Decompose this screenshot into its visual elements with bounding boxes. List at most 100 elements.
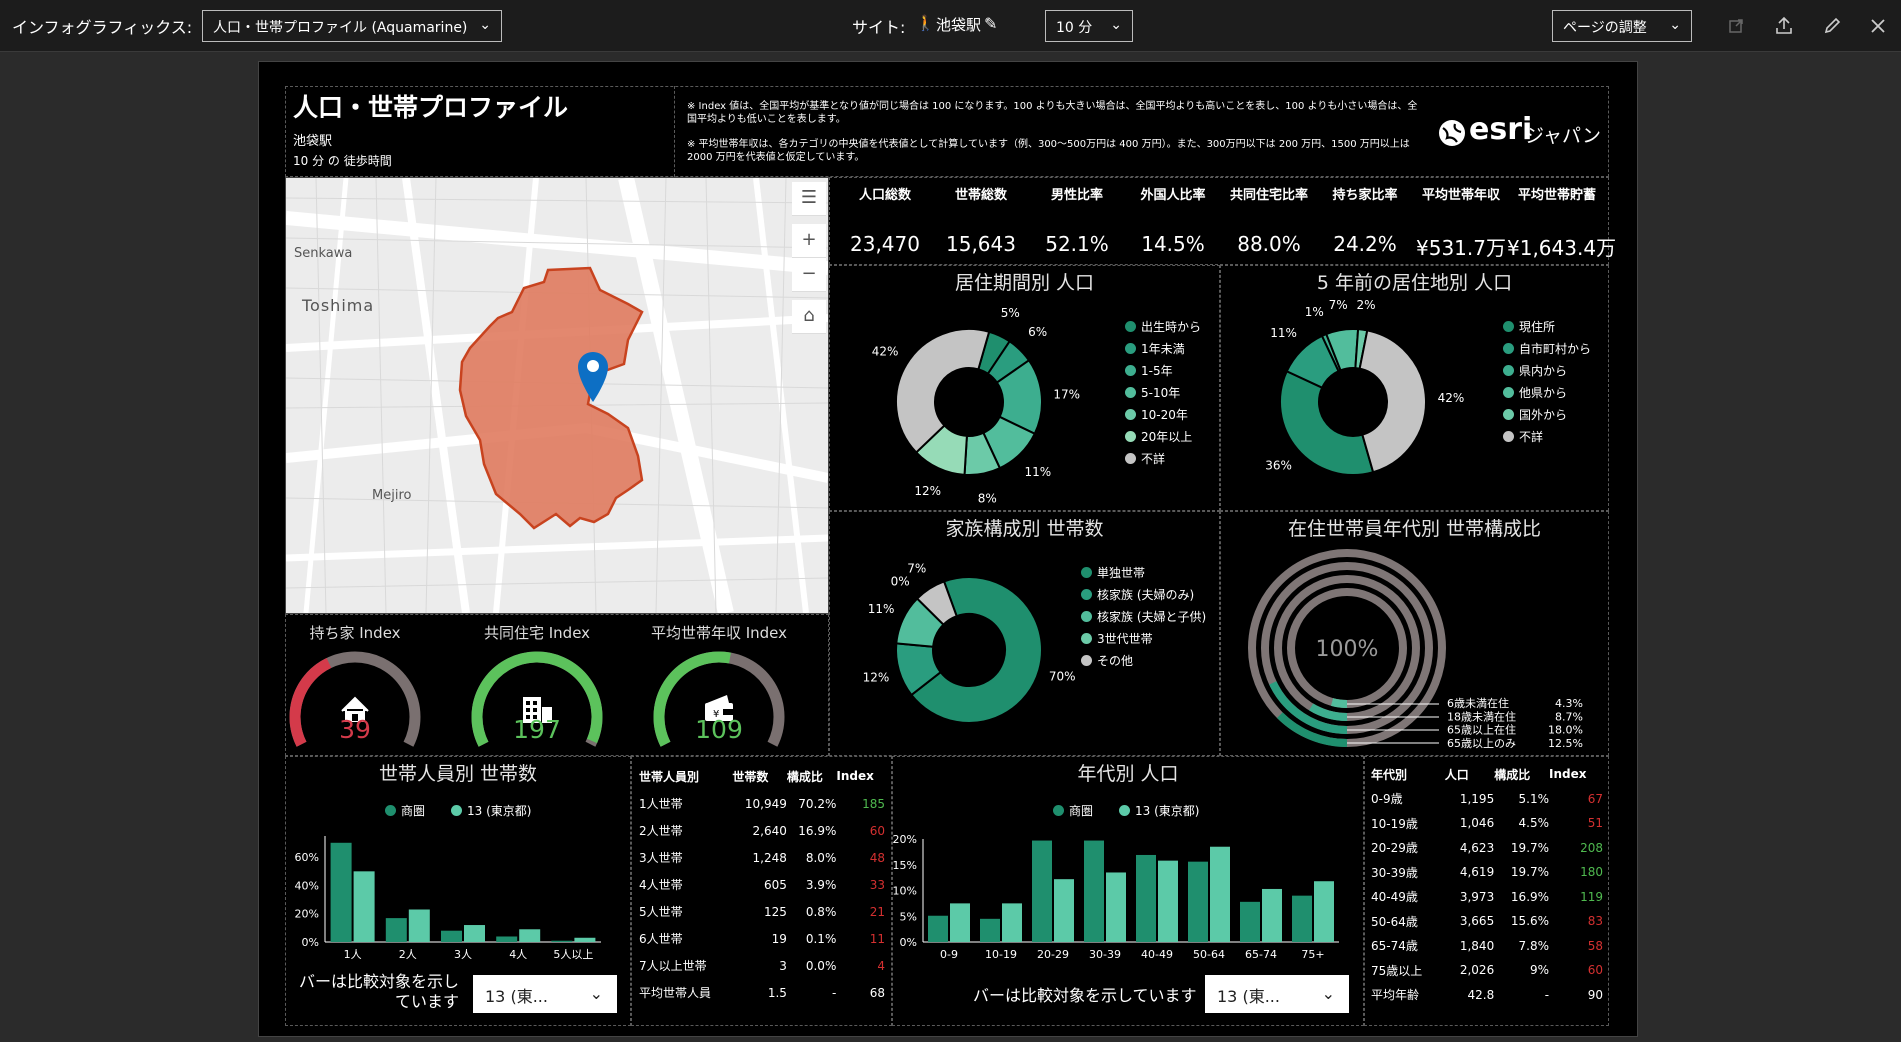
x-tick-label: 3人 [454,948,472,961]
table-cell: 1,195 [1459,791,1495,806]
template-select[interactable]: 人口・世帯プロファイル (Aquamarine) ⌄ [202,10,502,42]
x-tick-label: 5人以上 [553,948,593,961]
table-cell: 605 [764,877,787,892]
x-tick-label: 75+ [1301,948,1324,961]
table-cell: 51 [1587,816,1603,831]
bar[interactable] [519,929,541,942]
bar[interactable] [980,918,1000,942]
table-cell: 2人世帯 [639,824,683,838]
x-tick-label: 20-29 [1037,948,1069,961]
table-cell: 68 [869,985,885,1000]
table-header: 世帯数 [732,769,769,784]
age-compare-select[interactable]: 13 (東... ⌄ [1205,975,1349,1013]
table-cell: 30-39歳 [1371,865,1418,880]
table-cell: 11 [869,931,885,946]
table-row: 20-29歳 4,623 19.7% 208 [1371,836,1603,861]
table-cell: 208 [1580,840,1603,855]
bar[interactable] [950,903,970,942]
y-tick-label: 20% [295,908,319,921]
edit-site-icon[interactable]: ✎ [984,14,997,33]
household-compare-note: バーは比較対象を示しています [298,972,459,1011]
bar[interactable] [1106,872,1126,942]
table-row: 3人世帯 1,248 8.0% 48 [639,844,885,871]
y-tick-label: 0% [302,936,319,949]
chevron-down-icon: ⌄ [1110,17,1122,33]
household-compare-select[interactable]: 13 (東... ⌄ [473,975,617,1013]
table-cell: 1,046 [1459,816,1495,831]
bar[interactable] [551,940,573,942]
table-cell: 3,973 [1459,889,1495,904]
x-tick-label: 65-74 [1245,948,1277,961]
table-row: 30-39歳 4,619 19.7% 180 [1371,860,1603,885]
table-cell: 60 [1587,963,1603,978]
bar[interactable] [1136,854,1156,942]
share-icon[interactable] [1770,12,1798,40]
table-row: 5人世帯 125 0.8% 21 [639,898,885,925]
bar[interactable] [1158,860,1178,942]
bar[interactable] [353,871,375,942]
y-tick-label: 40% [295,879,319,892]
chevron-down-icon: ⌄ [1669,17,1681,33]
bar[interactable] [1002,903,1022,942]
table-cell: 0.1% [805,931,837,946]
table-header: 構成比 [1494,767,1531,782]
table-cell: 1人世帯 [639,797,683,811]
bar[interactable] [1262,888,1282,942]
table-cell: 48 [869,850,885,865]
bar[interactable] [330,842,352,942]
table-row: 平均年齢 42.8 - 90 [1371,983,1603,1008]
edit-icon[interactable] [1818,12,1846,40]
page-adjust-value: ページの調整 [1563,20,1647,36]
y-tick-label: 20% [893,833,917,846]
bar[interactable] [1032,840,1052,942]
household-compare-value: 13 (東... [485,987,548,1006]
table-row: 1人世帯 10,949 70.2% 185 [639,790,885,817]
bar[interactable] [441,930,462,942]
table-header: Index [1549,767,1587,782]
table-cell: 2,026 [1459,963,1495,978]
table-cell: 10-19歳 [1371,816,1418,831]
age-compare-value: 13 (東... [1217,987,1280,1006]
site-label: サイト: [852,18,906,37]
table-cell: 65-74歳 [1371,939,1418,954]
table-cell: 3人世帯 [639,851,683,865]
close-icon[interactable] [1864,12,1892,40]
infographics-label: インフォグラフィックス: [12,18,193,37]
table-row: 0-9歳 1,195 5.1% 67 [1371,787,1603,812]
bar[interactable] [385,918,407,942]
bar[interactable] [928,915,948,942]
bar[interactable] [408,909,430,942]
table-cell: 21 [869,904,885,919]
open-external-icon[interactable] [1722,12,1750,40]
table-cell: 7.8% [1518,938,1550,953]
table-cell: 4人世帯 [639,878,683,892]
bar[interactable] [1314,881,1334,942]
bar[interactable] [574,937,596,942]
bar[interactable] [496,936,518,942]
table-row: 50-64歳 3,665 15.6% 83 [1371,909,1603,934]
time-select[interactable]: 10 分 ⌄ [1045,10,1133,42]
table-cell: 125 [764,904,787,919]
table-cell: 平均世帯人員 [639,986,712,1000]
table-row: 65-74歳 1,840 7.8% 58 [1371,934,1603,959]
table-cell: 10,949 [744,796,787,811]
age-group-table: 年代別 人口 構成比 Index 0-9歳 1,195 5.1% 67 10-19歳 1,046… [1371,762,1603,1007]
page-adjust-select[interactable]: ページの調整 ⌄ [1552,10,1692,42]
table-cell: 67 [1587,791,1603,806]
x-tick-label: 1人 [344,948,362,961]
chevron-down-icon: ⌄ [589,984,603,1003]
table-cell: 90 [1587,987,1603,1002]
table-header: 世帯人員別 [639,769,700,784]
table-cell: 3.9% [805,877,837,892]
bar[interactable] [1054,879,1074,942]
bar[interactable] [464,925,485,942]
bar[interactable] [1240,901,1260,942]
bar[interactable] [1292,895,1312,942]
bar[interactable] [1210,846,1230,942]
table-header: 構成比 [786,769,823,784]
bar[interactable] [1084,840,1104,942]
bar[interactable] [1188,861,1208,942]
table-header: Index [836,769,874,783]
table-cell: 33 [869,877,885,892]
age-compare-note: バーは比較対象を示しています [973,986,1197,1005]
